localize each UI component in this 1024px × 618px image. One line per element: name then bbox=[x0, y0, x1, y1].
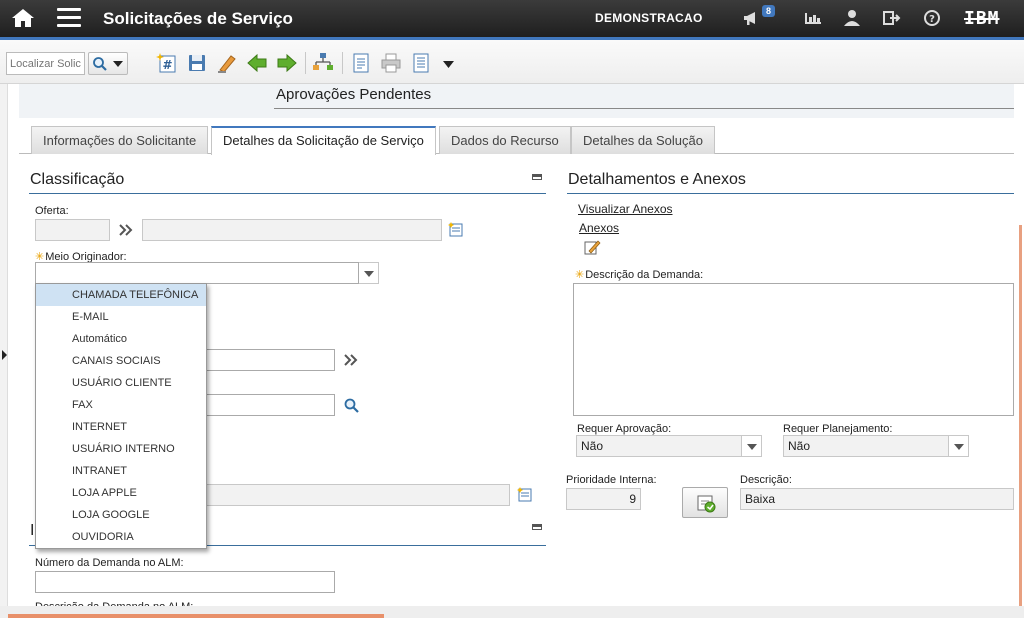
details-title: Detalhamentos e Anexos bbox=[568, 171, 746, 188]
meio-originador-input[interactable] bbox=[35, 262, 359, 284]
classification-title: Classificação bbox=[30, 171, 125, 188]
megaphone-icon[interactable] bbox=[742, 9, 762, 27]
clear-icon[interactable] bbox=[216, 52, 238, 74]
search-input[interactable] bbox=[6, 52, 85, 75]
dropdown-option[interactable]: OUVIDORIA bbox=[36, 526, 206, 548]
ibm-logo: IBM bbox=[964, 8, 1000, 29]
chart-icon[interactable] bbox=[803, 9, 823, 27]
dropdown-option[interactable]: FAX bbox=[36, 394, 206, 416]
print-icon[interactable] bbox=[380, 52, 402, 74]
report-list-icon[interactable] bbox=[410, 52, 432, 74]
toolbar-separator bbox=[342, 52, 343, 74]
toolbar-separator bbox=[305, 52, 306, 74]
requires-approval-label: Requer Aprovação: bbox=[577, 423, 672, 435]
dropdown-option[interactable]: E-MAIL bbox=[36, 306, 206, 328]
lookup-detail-icon[interactable] bbox=[448, 221, 466, 239]
description-field: Baixa bbox=[740, 488, 1014, 510]
header-rule bbox=[274, 108, 1014, 109]
report-icon[interactable] bbox=[350, 52, 372, 74]
tab-requester-info[interactable]: Informações do Solicitante bbox=[31, 126, 209, 154]
section2-title: I bbox=[30, 522, 35, 539]
tab-solution-details[interactable]: Detalhes da Solução bbox=[571, 126, 715, 154]
dropdown-option[interactable]: USUÁRIO CLIENTE bbox=[36, 372, 206, 394]
lookup-detail-icon[interactable] bbox=[517, 486, 535, 504]
oferta-label: Oferta: bbox=[35, 205, 69, 217]
section-rule bbox=[567, 193, 1014, 194]
collapse-section-icon[interactable] bbox=[532, 174, 542, 180]
oferta-code-field[interactable] bbox=[35, 219, 110, 241]
search-button[interactable] bbox=[88, 52, 128, 75]
meio-originador-dropdown-button[interactable] bbox=[359, 262, 379, 284]
dropdown-option[interactable]: LOJA APPLE bbox=[36, 482, 206, 504]
user-name: DEMONSTRACAO bbox=[595, 11, 703, 25]
logout-icon[interactable] bbox=[882, 9, 902, 27]
header-band bbox=[19, 84, 1014, 118]
dropdown-option[interactable]: CHAMADA TELEFÔNICA bbox=[36, 284, 206, 306]
meio-originador-options: CHAMADA TELEFÔNICA E-MAIL Automático CANAIS… bbox=[35, 283, 207, 549]
workflow-icon[interactable] bbox=[312, 52, 334, 74]
menu-icon[interactable] bbox=[57, 8, 81, 27]
pending-approvals-title: Aprovações Pendentes bbox=[276, 86, 432, 103]
demand-description-textarea[interactable] bbox=[573, 283, 1014, 416]
chevron-down-icon bbox=[113, 61, 123, 67]
scrollbar[interactable] bbox=[1019, 225, 1022, 618]
toolbar: # bbox=[0, 40, 1024, 84]
attachments-link[interactable]: Anexos bbox=[579, 221, 619, 235]
demand-description-label: ✳Descrição da Demanda: bbox=[575, 269, 704, 281]
home-icon[interactable] bbox=[11, 8, 35, 28]
requires-approval-dropdown-button[interactable] bbox=[742, 435, 762, 457]
search-icon bbox=[93, 57, 107, 71]
expand-arrow-icon[interactable] bbox=[2, 350, 7, 360]
alm-number-label: Número da Demanda no ALM: bbox=[35, 557, 184, 569]
previous-arrow-icon[interactable] bbox=[246, 52, 268, 74]
section-rule bbox=[29, 193, 546, 194]
priority-calculate-button[interactable] bbox=[682, 487, 728, 518]
user-icon[interactable] bbox=[842, 9, 862, 27]
dropdown-option[interactable]: INTRANET bbox=[36, 460, 206, 482]
collapse-section-icon[interactable] bbox=[532, 524, 542, 530]
search-icon[interactable] bbox=[343, 397, 361, 415]
save-icon[interactable] bbox=[186, 52, 208, 74]
hidden-field-2[interactable] bbox=[200, 394, 335, 416]
double-chevron-icon[interactable] bbox=[343, 353, 359, 367]
edit-attachment-icon[interactable] bbox=[583, 238, 601, 256]
dropdown-option[interactable]: USUÁRIO INTERNO bbox=[36, 438, 206, 460]
notification-badge[interactable]: 8 bbox=[762, 5, 776, 17]
new-record-icon[interactable]: # bbox=[156, 52, 178, 74]
required-marker: ✳ bbox=[575, 269, 585, 281]
dropdown-option[interactable]: CANAIS SOCIAIS bbox=[36, 350, 206, 372]
app-title: Solicitações de Serviço bbox=[103, 9, 293, 28]
tab-request-details[interactable]: Detalhes da Solicitação de Serviço bbox=[211, 126, 436, 155]
dropdown-option[interactable]: INTERNET bbox=[36, 416, 206, 438]
requires-approval-select[interactable]: Não bbox=[576, 435, 742, 457]
requires-planning-dropdown-button[interactable] bbox=[949, 435, 969, 457]
requires-planning-label: Requer Planejamento: bbox=[783, 423, 893, 435]
svg-text:?: ? bbox=[929, 14, 935, 25]
alm-number-field[interactable] bbox=[35, 571, 335, 593]
requires-planning-select[interactable]: Não bbox=[783, 435, 949, 457]
title-bar: Solicitações de Serviço DEMONSTRACAO 8 ?… bbox=[0, 0, 1024, 37]
oferta-description-field[interactable] bbox=[142, 219, 442, 241]
description-label: Descrição: bbox=[740, 474, 792, 486]
tab-resource-data[interactable]: Dados do Recurso bbox=[439, 126, 571, 154]
internal-priority-field[interactable]: 9 bbox=[566, 488, 641, 510]
more-dropdown-icon[interactable] bbox=[443, 61, 454, 68]
hidden-field-1[interactable] bbox=[200, 349, 335, 371]
hidden-field-3[interactable] bbox=[200, 484, 510, 506]
help-icon[interactable]: ? bbox=[922, 9, 942, 27]
dropdown-option[interactable]: Automático bbox=[36, 328, 206, 350]
view-attachments-link[interactable]: Visualizar Anexos bbox=[578, 202, 673, 216]
horizontal-scrollbar[interactable] bbox=[8, 614, 384, 618]
svg-text:#: # bbox=[162, 58, 172, 72]
next-arrow-icon[interactable] bbox=[276, 52, 298, 74]
dropdown-option[interactable]: LOJA GOOGLE bbox=[36, 504, 206, 526]
double-chevron-icon[interactable] bbox=[118, 223, 134, 237]
refresh-calc-icon bbox=[697, 495, 716, 513]
internal-priority-label: Prioridade Interna: bbox=[566, 474, 657, 486]
